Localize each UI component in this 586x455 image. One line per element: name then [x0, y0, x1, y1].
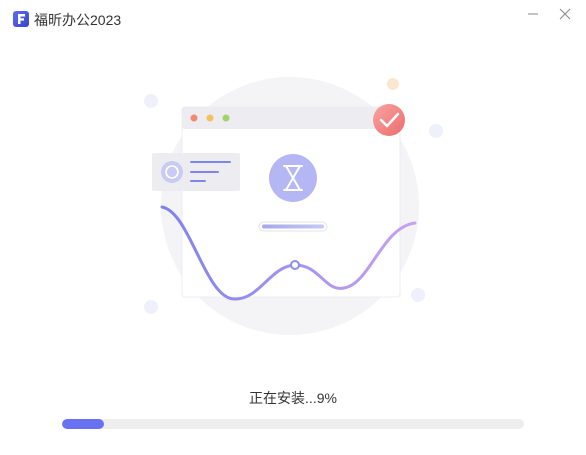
- foxit-logo-icon: [13, 11, 29, 27]
- decor-dot: [144, 94, 158, 108]
- decor-dot: [144, 300, 158, 314]
- install-status-text: 正在安装...9%: [249, 390, 337, 406]
- sync-card: [152, 153, 240, 191]
- installer-window: 福昕办公2023 正在安装...9%: [0, 0, 586, 455]
- minimize-icon: [528, 13, 538, 15]
- decor-dot: [411, 288, 425, 302]
- title-bar: 福昕办公2023: [0, 0, 586, 36]
- install-progress-fill: [62, 419, 104, 429]
- window-title: 福昕办公2023: [34, 12, 122, 28]
- check-icon: [373, 104, 405, 136]
- illustration-progress: [258, 221, 328, 232]
- hourglass-icon: [269, 154, 317, 202]
- installing-illustration: [144, 77, 443, 335]
- close-button[interactable]: [550, 2, 580, 28]
- decor-dot: [387, 78, 399, 90]
- decor-dot: [429, 124, 443, 138]
- minimize-button[interactable]: [518, 2, 548, 28]
- install-progress-bar: [62, 419, 524, 429]
- curve-point: [290, 260, 300, 270]
- close-icon: [559, 8, 571, 20]
